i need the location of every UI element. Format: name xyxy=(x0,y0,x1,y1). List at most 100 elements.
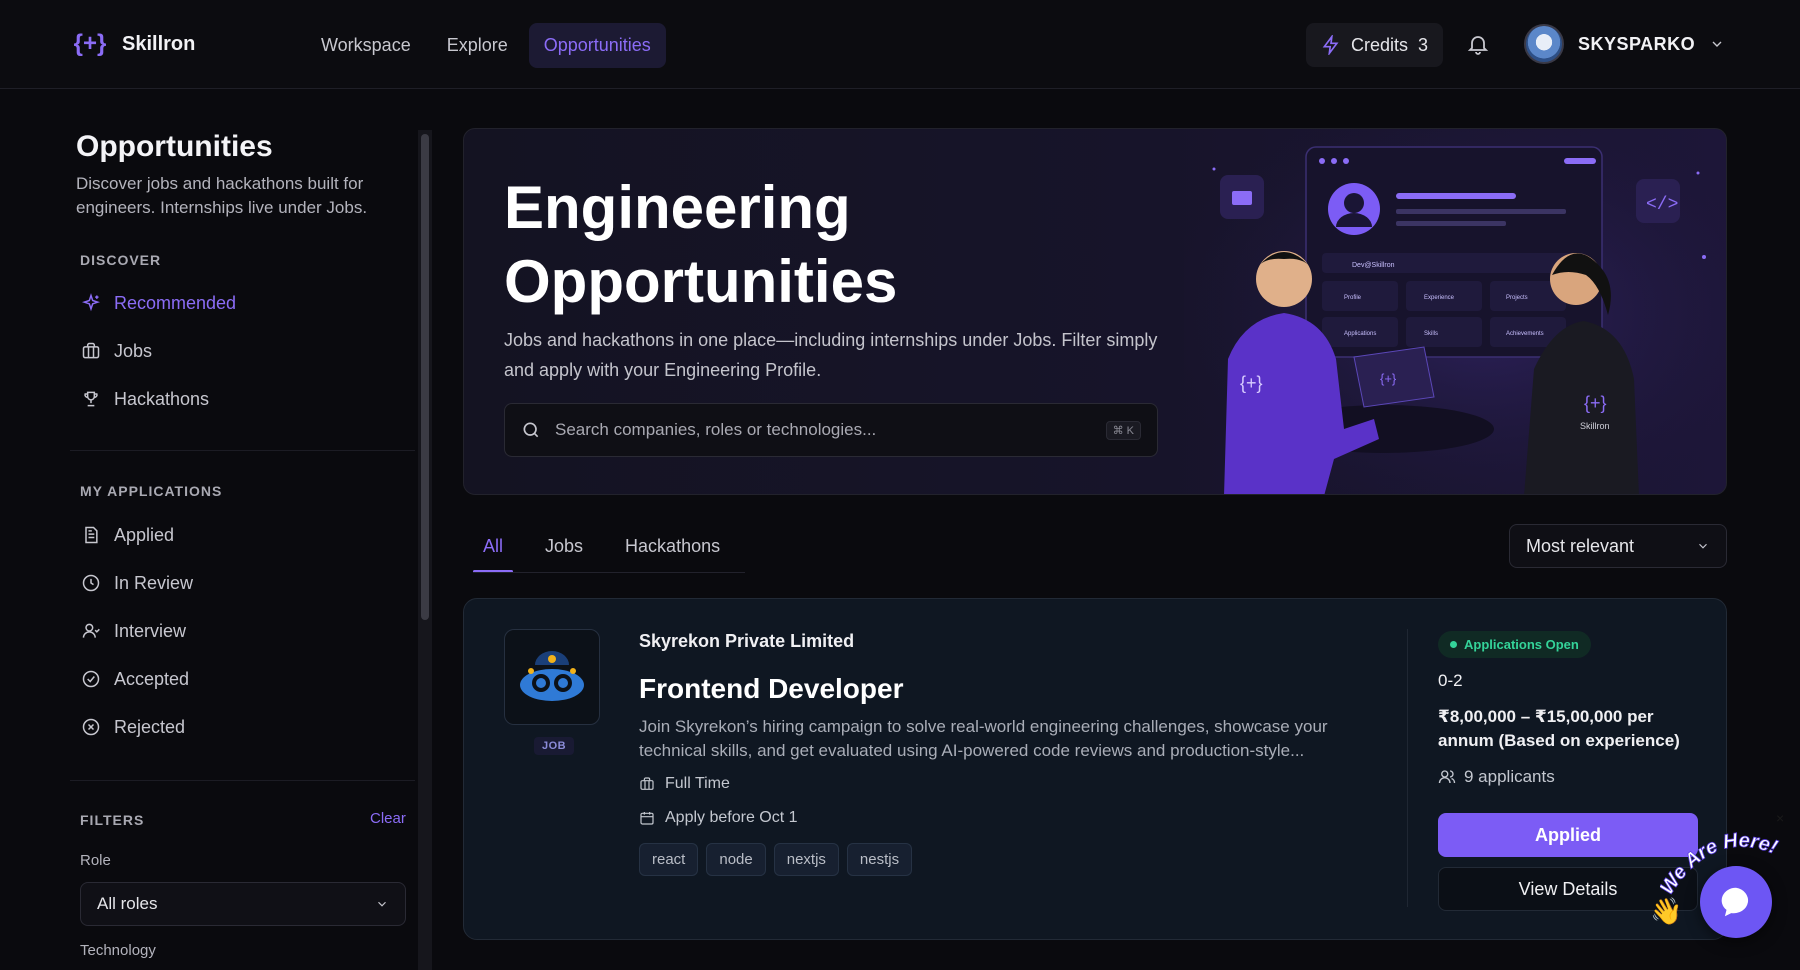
company-name: Skyrekon Private Limited xyxy=(639,631,855,651)
applied-button[interactable]: Applied xyxy=(1438,813,1698,857)
tag[interactable]: nestjs xyxy=(846,843,913,876)
salary: ₹8,00,000 – ₹15,00,000 per annum (Based … xyxy=(1438,707,1680,750)
sidebar-item-jobs[interactable]: Jobs xyxy=(80,340,152,362)
role-select[interactable]: All roles xyxy=(80,882,406,926)
tag[interactable]: react xyxy=(639,843,699,876)
nav-workspace[interactable]: Workspace xyxy=(306,23,426,68)
status-dot-icon xyxy=(1450,641,1457,648)
illus-tile: Skills xyxy=(1424,331,1438,337)
top-navbar: {+} Skillron Workspace Explore Opportuni… xyxy=(0,0,1800,89)
brand[interactable]: {+} Skillron xyxy=(73,28,196,60)
deadline: Apply before Oct 1 xyxy=(639,809,798,827)
tag[interactable]: nextjs xyxy=(773,843,839,876)
divider xyxy=(70,780,415,781)
section-label-discover: DISCOVER xyxy=(80,252,162,268)
svg-text:{+}: {+} xyxy=(1380,371,1397,386)
section-label-filters: FILTERS xyxy=(80,812,145,828)
employment-type-label: Full Time xyxy=(665,775,730,792)
search-input[interactable]: Search companies, roles or technologies.… xyxy=(504,403,1158,457)
job-type-badge: JOB xyxy=(534,737,575,755)
role-select-value: All roles xyxy=(97,894,158,913)
svg-text:</>: </> xyxy=(1646,195,1678,215)
avatar xyxy=(1524,24,1564,64)
calendar-icon xyxy=(640,812,654,825)
sidebar-title: Opportunities xyxy=(76,130,273,163)
nav-explore[interactable]: Explore xyxy=(432,23,523,68)
clear-filters-link[interactable]: Clear xyxy=(370,810,406,827)
chevron-down-icon xyxy=(1712,41,1722,47)
sidebar-item-accepted[interactable]: Accepted xyxy=(80,668,189,690)
sidebar-item-label: Interview xyxy=(114,620,187,641)
sidebar-item-rejected[interactable]: Rejected xyxy=(80,716,185,738)
divider xyxy=(1407,629,1408,907)
sidebar-item-label: Accepted xyxy=(114,668,190,689)
x-circle-icon xyxy=(80,716,102,738)
document-icon xyxy=(80,524,102,546)
sidebar-description: Discover jobs and hackathons built for e… xyxy=(76,174,368,217)
illus-tile: Projects xyxy=(1506,295,1528,301)
svg-text:{+}: {+} xyxy=(1240,373,1263,393)
user-menu[interactable]: SKYSPARKO xyxy=(1524,24,1725,64)
users-icon xyxy=(1438,770,1456,784)
sidebar-item-recommended[interactable]: Recommended xyxy=(80,292,236,314)
search-icon xyxy=(523,422,539,438)
brand-name: Skillron xyxy=(122,32,196,55)
sidebar: Opportunities Discover jobs and hackatho… xyxy=(0,90,433,970)
sidebar-scrollbar-thumb[interactable] xyxy=(421,134,429,620)
sidebar-item-label: Rejected xyxy=(114,716,186,737)
illus-hoodie-text: Skillron xyxy=(1580,421,1610,431)
check-circle-icon xyxy=(80,668,102,690)
tab-all[interactable]: All xyxy=(473,520,514,573)
trophy-icon xyxy=(80,388,102,410)
employment-type: Full Time xyxy=(639,775,730,793)
credits-value: 3 xyxy=(1418,34,1429,55)
bell-icon[interactable] xyxy=(1466,32,1490,56)
sidebar-item-label: Jobs xyxy=(114,340,153,361)
technology-label: Technology xyxy=(80,942,156,959)
tab-jobs[interactable]: Jobs xyxy=(535,520,593,573)
opportunity-tabs: All Jobs Hackathons xyxy=(473,520,752,573)
deadline-label: Apply before Oct 1 xyxy=(665,809,798,826)
sidebar-item-in-review[interactable]: In Review xyxy=(80,572,193,594)
sort-value: Most relevant xyxy=(1526,535,1635,556)
job-description: Join Skyrekon’s hiring campaign to solve… xyxy=(639,717,1328,760)
tab-hackathons[interactable]: Hackathons xyxy=(615,520,730,573)
close-icon[interactable]: × xyxy=(1776,810,1784,826)
tag[interactable]: node xyxy=(706,843,766,876)
illus-tile: Profile xyxy=(1344,295,1362,301)
sidebar-item-label: Applied xyxy=(114,524,175,545)
keyboard-shortcut: ⌘ K xyxy=(1105,420,1141,440)
job-card[interactable]: JOB Skyrekon Private Limited Frontend De… xyxy=(463,598,1727,940)
job-title[interactable]: Frontend Developer xyxy=(639,673,903,705)
hero-description: Jobs and hackathons in one place—includi… xyxy=(504,330,1158,380)
svg-text:{+}: {+} xyxy=(1584,393,1607,413)
illus-tile: Achievements xyxy=(1506,331,1544,337)
brand-logo-icon: {+} xyxy=(73,30,107,57)
sort-select[interactable]: Most relevant xyxy=(1509,524,1727,568)
sidebar-item-hackathons[interactable]: Hackathons xyxy=(80,388,209,410)
nav-opportunities[interactable]: Opportunities xyxy=(528,23,666,68)
sidebar-item-label: In Review xyxy=(114,572,194,593)
company-logo xyxy=(504,629,600,725)
sparkle-icon xyxy=(80,292,102,314)
hero-banner: Engineering Opportunities Jobs and hacka… xyxy=(463,128,1727,495)
experience-range: 0-2 xyxy=(1438,671,1463,690)
sidebar-item-applied[interactable]: Applied xyxy=(80,524,174,546)
status-label: Applications Open xyxy=(1464,637,1579,652)
hero-illustration: Dev@Skillron Profile Experience Projects… xyxy=(1184,129,1726,494)
credits-button[interactable]: Credits 3 xyxy=(1306,23,1444,67)
user-name: SKYSPARKO xyxy=(1578,33,1696,54)
app-frame: {+} Skillron Workspace Explore Opportuni… xyxy=(0,0,1800,970)
sidebar-item-interview[interactable]: Interview xyxy=(80,620,186,642)
divider xyxy=(70,450,415,451)
chevron-down-icon xyxy=(378,901,386,907)
main-nav: Workspace Explore Opportunities xyxy=(306,23,666,68)
illus-tile: Experience xyxy=(1424,295,1455,301)
status-badge: Applications Open xyxy=(1438,631,1591,658)
applicants-count: 9 applicants xyxy=(1438,767,1555,787)
chat-button[interactable] xyxy=(1700,866,1772,938)
chevron-down-icon xyxy=(1699,543,1707,549)
sidebar-item-label: Recommended xyxy=(114,292,237,313)
lightning-icon xyxy=(1322,35,1339,55)
illus-tile: Applications xyxy=(1344,331,1376,337)
